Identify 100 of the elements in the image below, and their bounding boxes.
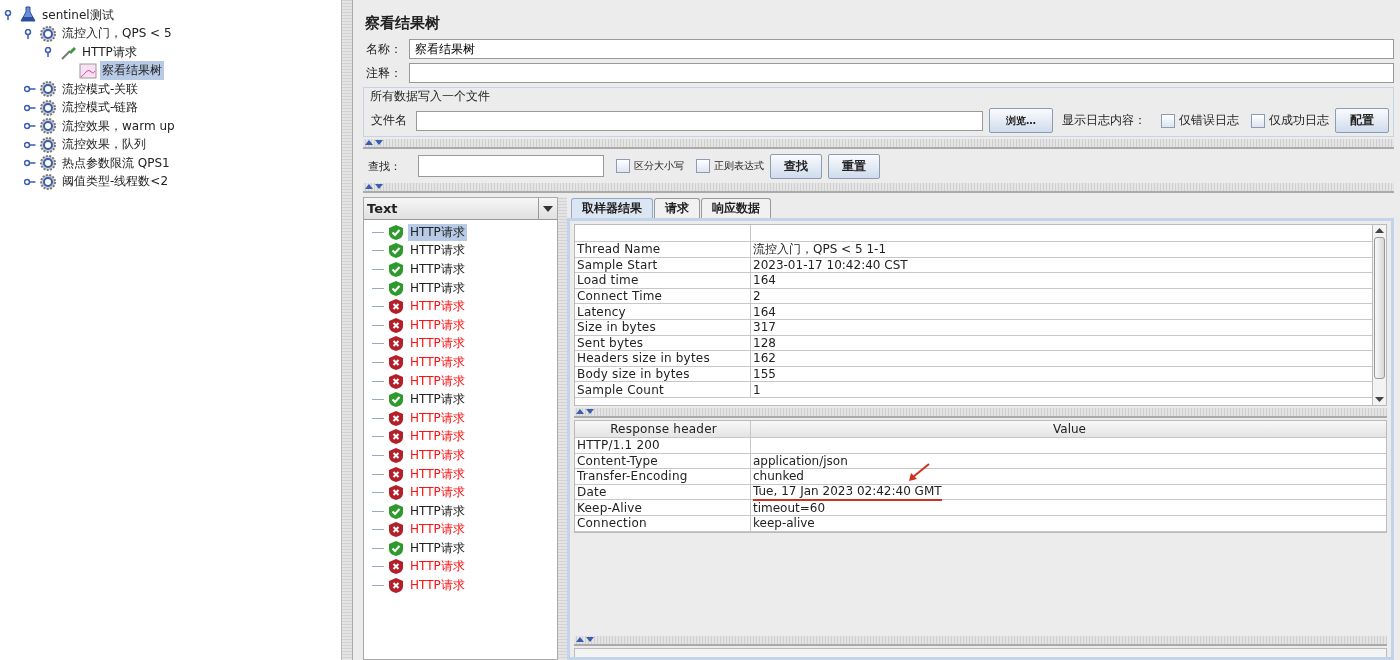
check-shield-icon <box>389 224 403 240</box>
collapsed-handle-icon[interactable] <box>24 139 36 150</box>
table-cell: 164 <box>753 304 776 319</box>
result-item[interactable]: HTTP请求 <box>408 521 467 539</box>
splitter-bar[interactable] <box>363 183 1394 193</box>
error-shield-icon <box>389 299 403 315</box>
search-field[interactable] <box>418 155 604 177</box>
chart-icon <box>79 61 97 80</box>
error-shield-icon <box>389 354 403 370</box>
table-cell: chunked <box>753 469 804 484</box>
collapsed-handle-icon[interactable] <box>24 102 36 113</box>
collapsed-handle-icon[interactable] <box>24 176 36 187</box>
table-cell: Connect Time <box>577 289 663 304</box>
collapsed-handle-icon[interactable] <box>24 84 36 95</box>
tree-item[interactable]: 阈值类型-线程数<2 <box>60 172 171 192</box>
column-header[interactable]: Value <box>751 421 1386 437</box>
search-button[interactable]: 查找 <box>770 153 822 179</box>
result-item[interactable]: HTTP请求 <box>408 558 467 576</box>
browse-button[interactable]: 浏览… <box>989 108 1053 133</box>
table-cell: Sample Count <box>577 382 664 397</box>
result-item[interactable]: HTTP请求 <box>408 409 467 427</box>
name-label: 名称： <box>365 40 403 58</box>
tree-item[interactable]: 察看结果树 <box>100 61 164 81</box>
table-cell: 162 <box>753 351 776 366</box>
checkbox[interactable] <box>1161 113 1175 128</box>
check-shield-icon <box>389 503 403 519</box>
splitter-bar[interactable] <box>342 0 353 660</box>
result-item[interactable]: HTTP请求 <box>408 298 467 316</box>
tree-item[interactable]: 流控模式-链路 <box>60 98 141 118</box>
checkbox-label: 仅错误日志 <box>1179 112 1239 129</box>
collapsed-handle-icon[interactable] <box>24 121 36 132</box>
collapse-arrows-icon <box>576 636 594 642</box>
checkbox[interactable] <box>1251 113 1265 128</box>
error-shield-icon <box>389 317 403 333</box>
column-header[interactable]: Response header <box>575 421 751 437</box>
tab[interactable]: 取样器结果 <box>571 198 653 218</box>
check-shield-icon <box>389 280 403 296</box>
splitter-bar[interactable] <box>574 408 1387 418</box>
result-item[interactable]: HTTP请求 <box>408 539 467 557</box>
gear-icon <box>39 24 57 43</box>
tree-item[interactable]: 热点参数限流 QPS1 <box>60 153 172 173</box>
table-cell: 流控入门，QPS < 5 1-1 <box>753 240 887 258</box>
scrollbar[interactable] <box>1372 225 1386 405</box>
check-shield-icon <box>389 392 403 408</box>
result-item[interactable]: HTTP请求 <box>408 372 467 390</box>
table-cell: Keep-Alive <box>577 500 643 515</box>
tree-item[interactable]: sentinel测试 <box>40 5 116 25</box>
table-cell: 128 <box>753 335 776 350</box>
error-shield-icon <box>389 336 403 352</box>
tree-item[interactable]: 流控入门，QPS < 5 <box>60 24 174 44</box>
tab[interactable]: 响应数据 <box>701 198 771 218</box>
text-field[interactable] <box>409 63 1394 83</box>
error-shield-icon <box>389 559 403 575</box>
result-item[interactable]: HTTP请求 <box>408 279 467 297</box>
gear-icon <box>39 80 57 99</box>
result-item[interactable]: HTTP请求 <box>408 353 467 371</box>
config-button[interactable]: 配置 <box>1335 108 1389 133</box>
reset-button[interactable]: 重置 <box>828 153 880 179</box>
splitter-bar[interactable] <box>574 636 1387 646</box>
splitter-bar[interactable] <box>363 139 1394 149</box>
tree-item[interactable]: 流控效果，warm up <box>60 116 177 136</box>
result-item[interactable]: HTTP请求 <box>408 484 467 502</box>
table-cell: 2023-01-17 10:42:40 CST <box>753 257 908 272</box>
result-item[interactable]: HTTP请求 <box>408 391 467 409</box>
result-item[interactable]: HTTP请求 <box>408 316 467 334</box>
tab[interactable]: 请求 <box>654 198 700 218</box>
checkbox[interactable] <box>616 159 630 173</box>
collapsed-handle-icon[interactable] <box>24 158 36 169</box>
result-item[interactable]: HTTP请求 <box>408 577 467 595</box>
result-item[interactable]: HTTP请求 <box>408 446 467 464</box>
scroll-down-icon <box>1375 397 1384 402</box>
error-shield-icon <box>389 485 403 501</box>
error-shield-icon <box>389 373 403 389</box>
collapse-arrows-icon <box>365 183 383 189</box>
gear-icon <box>39 154 57 173</box>
result-item[interactable]: HTTP请求 <box>408 242 467 260</box>
table-cell: Latency <box>577 304 626 319</box>
renderer-dropdown[interactable]: Text <box>364 198 557 220</box>
tree-item[interactable]: 流控效果，队列 <box>60 135 148 155</box>
error-shield-icon <box>389 522 403 538</box>
file-name-field[interactable] <box>416 110 983 131</box>
flask-icon <box>19 6 37 25</box>
scrollbar-thumb[interactable] <box>1374 237 1385 379</box>
result-item[interactable]: HTTP请求 <box>408 465 467 483</box>
error-shield-icon <box>389 578 403 594</box>
text-field[interactable]: 察看结果树 <box>409 39 1394 59</box>
table-cell: application/json <box>753 453 848 468</box>
file-name-label: 文件名 <box>370 112 408 129</box>
group-title: 所有数据写入一个文件 <box>369 88 491 105</box>
result-item[interactable]: HTTP请求 <box>408 335 467 353</box>
table-cell: 164 <box>753 273 776 288</box>
checkbox[interactable] <box>696 159 710 173</box>
result-item[interactable]: HTTP请求 <box>408 223 467 241</box>
error-shield-icon <box>389 447 403 463</box>
result-item[interactable]: HTTP请求 <box>408 502 467 520</box>
tree-item[interactable]: 流控模式-关联 <box>60 79 141 99</box>
result-item[interactable]: HTTP请求 <box>408 261 467 278</box>
tree-item[interactable]: HTTP请求 <box>80 42 139 62</box>
table-cell: 1 <box>753 382 761 397</box>
result-item[interactable]: HTTP请求 <box>408 428 467 446</box>
